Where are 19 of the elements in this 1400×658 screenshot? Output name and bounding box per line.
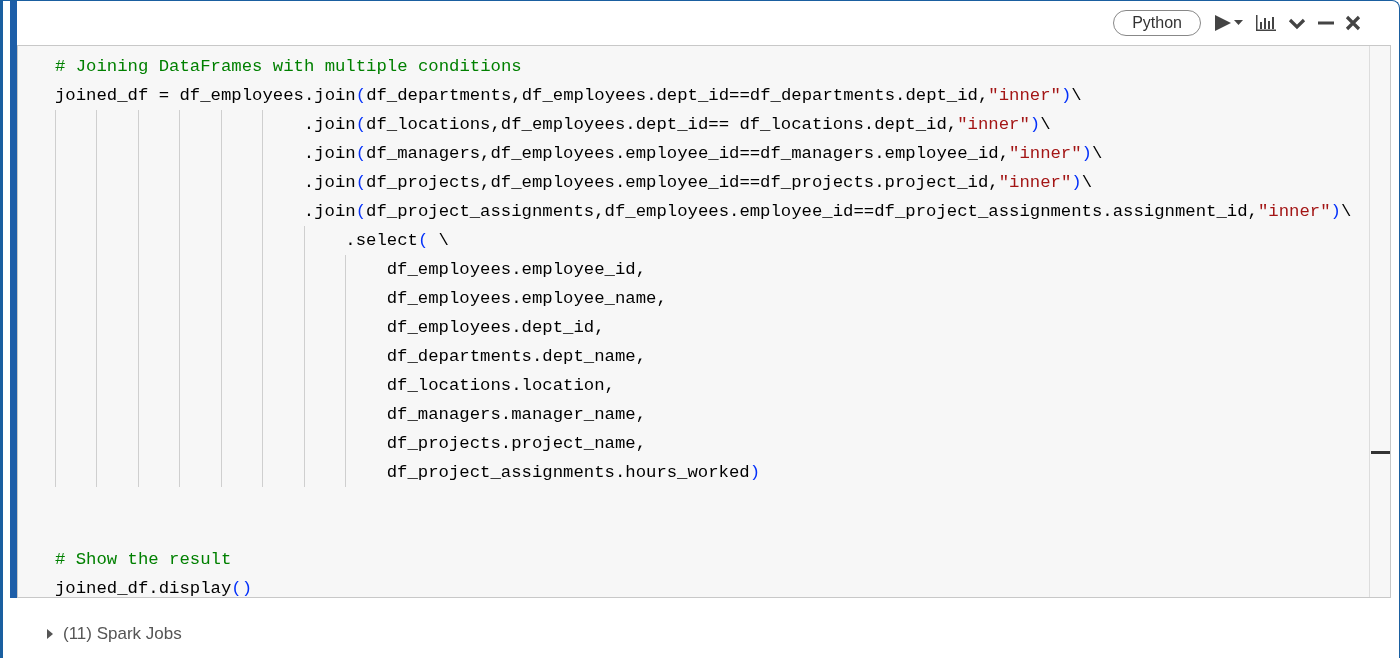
spark-jobs-toggle[interactable]: (11) Spark Jobs: [46, 624, 182, 644]
code-line: # Joining DataFrames with multiple conditions: [55, 56, 523, 78]
code-line: .join(df_project_assignments,df_employees.employee_id==df_project_assignments.assignment_id,"inner")\: [55, 197, 1369, 226]
code-line: df_managers.manager_name,: [55, 400, 1369, 429]
code-line: df_project_assignments.hours_worked): [55, 458, 1369, 487]
code-line: joined_df = df_employees.join(df_departments,df_employees.dept_id==df_departments.dept_id,"inner")\: [55, 85, 1083, 107]
code-line: .join(df_projects,df_employees.employee_id==df_projects.project_id,"inner")\: [55, 168, 1369, 197]
code-line: df_locations.location,: [55, 371, 1369, 400]
code-line: # Show the result: [55, 549, 233, 571]
code-line: df_employees.employee_id,: [55, 255, 1369, 284]
code-line: df_projects.project_name,: [55, 429, 1369, 458]
code-line: .join(df_managers,df_employees.employee_id==df_managers.employee_id,"inner")\: [55, 139, 1369, 168]
code-line: .join(df_locations,df_employees.dept_id== df_locations.dept_id,"inner")\: [55, 110, 1369, 139]
code-line: df_departments.dept_name,: [55, 342, 1369, 371]
code-line: df_employees.dept_id,: [55, 313, 1369, 342]
language-button[interactable]: Python: [1113, 10, 1201, 36]
code-line: joined_df.display(): [55, 578, 254, 600]
code-line: .select( \: [55, 226, 1369, 255]
code-line: df_employees.employee_name,: [55, 284, 1369, 313]
